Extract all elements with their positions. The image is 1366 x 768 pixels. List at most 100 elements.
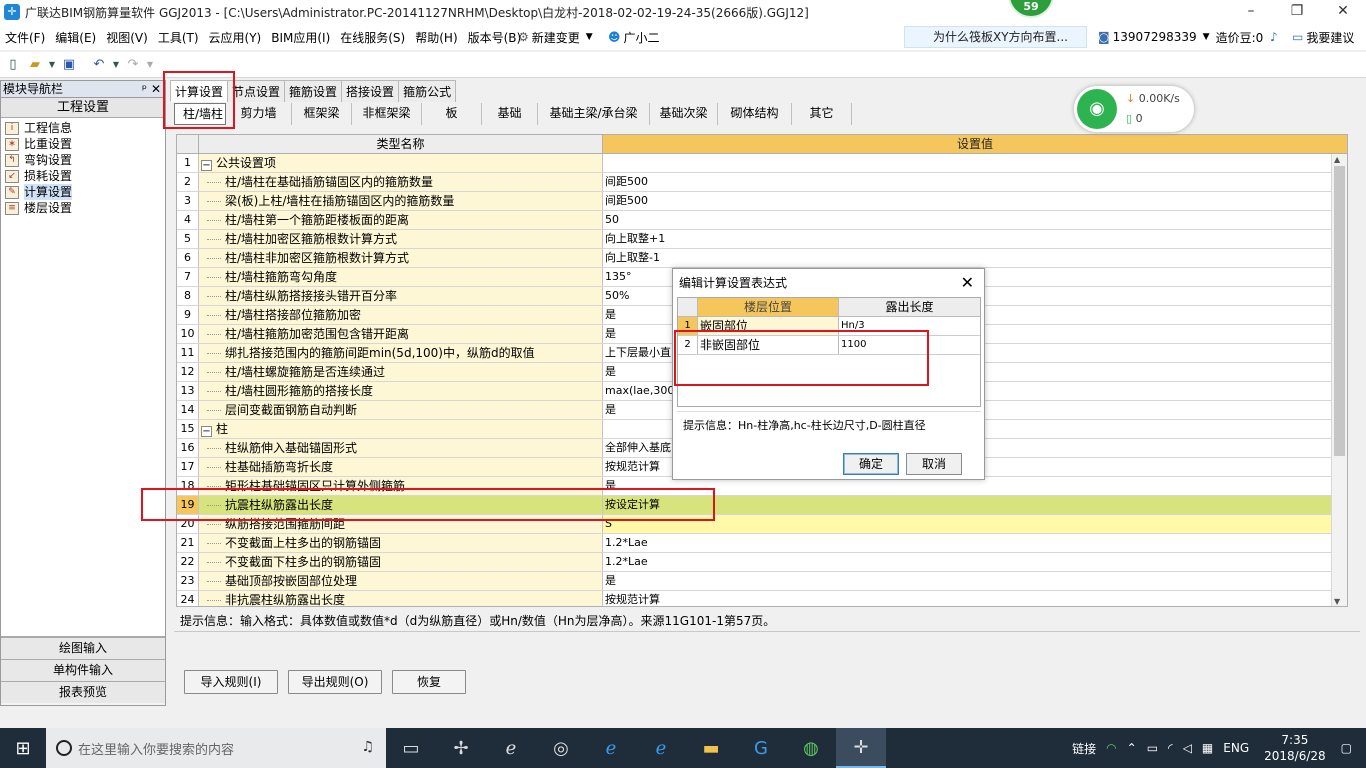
menu-item[interactable]: 在线服务(S) — [335, 29, 410, 46]
keyboard-icon[interactable]: ▦ — [1202, 741, 1213, 755]
dialog-close-icon[interactable]: ✕ — [961, 269, 974, 297]
ie-browser-alt-icon[interactable]: ℯ — [636, 728, 686, 768]
sub-tab[interactable]: 砌体结构 — [718, 103, 792, 125]
file-explorer-icon[interactable]: ▬ — [686, 728, 736, 768]
top-tab[interactable]: 节点设置 — [227, 80, 286, 102]
dropdown-arrow-icon[interactable]: ▼ — [112, 56, 120, 74]
vertical-scrollbar[interactable]: ▲ ▼ — [1331, 154, 1347, 606]
ad-banner[interactable]: 为什么筏板XY方向布置... — [904, 26, 1087, 48]
tree-item[interactable]: i 工程信息 — [5, 120, 165, 136]
taskbar-search[interactable]: 在这里输入你要搜索的内容 ♫ — [46, 728, 386, 768]
setting-value[interactable]: 50 — [603, 211, 1347, 229]
menu-item[interactable]: 编辑(E) — [50, 29, 101, 46]
sub-tab[interactable]: 基础次梁 — [650, 103, 718, 125]
table-row[interactable]: 24 非抗震柱纵筋露出长度 按规范计算 — [177, 591, 1347, 606]
link-label[interactable]: 链接 — [1072, 740, 1096, 757]
suggest-button[interactable]: ▭ 我要建议 — [1292, 24, 1354, 50]
clock[interactable]: 7:35 2018/6/28 — [1264, 732, 1326, 764]
table-row[interactable]: 2 柱/墙柱在基础插筋锚固区内的箍筋数量 间距500 — [177, 173, 1347, 192]
menu-item[interactable]: 云应用(Y) — [204, 29, 267, 46]
setting-value[interactable]: 1.2*Lae — [603, 553, 1347, 571]
setting-value[interactable]: 向上取整+1 — [603, 230, 1347, 248]
redo-icon[interactable]: ↷ — [124, 56, 142, 74]
network-speed-widget[interactable]: ◉ ↓ 0.00K/s ▯ 0 — [1074, 86, 1194, 132]
table-row[interactable]: 23 基础顶部按嵌固部位处理是 — [177, 572, 1347, 591]
menu-item[interactable]: 版本号(B) — [463, 29, 527, 46]
cancel-button[interactable]: 取消 — [906, 453, 962, 475]
top-tab[interactable]: 箍筋公式 — [398, 80, 457, 102]
glodon-g-icon[interactable]: G — [736, 728, 786, 768]
dropdown-arrow-icon[interactable]: ▼ — [48, 56, 56, 74]
pin-icon[interactable]: ᵖ — [142, 81, 147, 97]
new-file-icon[interactable]: ▯ — [4, 56, 22, 74]
collapse-icon[interactable]: − — [201, 160, 212, 171]
menu-item[interactable]: BIM应用(I) — [266, 29, 335, 46]
tree-item[interactable]: ↰ 弯钩设置 — [5, 152, 165, 168]
wifi-tray-icon[interactable]: ◠ — [1106, 741, 1116, 755]
scroll-thumb[interactable] — [1334, 166, 1345, 456]
sub-tab[interactable]: 框架梁 — [292, 103, 352, 125]
user-account[interactable]: ◙ 13907298339 ▼ 造价豆:0 — [1098, 24, 1263, 50]
minimize-button[interactable]: – — [1228, 0, 1274, 24]
user-guide-menu[interactable]: ☻ 广小二 — [608, 24, 660, 50]
project-settings-section[interactable]: 工程设置 — [1, 98, 165, 118]
table-row[interactable]: 3 梁(板)上柱/墙柱在插筋锚固区内的箍筋数量 间距500 — [177, 192, 1347, 211]
table-row[interactable]: 21 不变截面上柱多出的钢筋锚固 1.2*Lae — [177, 534, 1347, 553]
notification-center-icon[interactable]: ▢ — [1341, 741, 1352, 755]
setting-value[interactable]: 按规范计算 — [603, 591, 1347, 606]
open-folder-icon[interactable]: ▰ — [26, 56, 44, 74]
green-app-icon[interactable]: ◍ — [786, 728, 836, 768]
chevron-up-icon[interactable]: ⌃ — [1127, 741, 1137, 755]
sub-tab[interactable]: 板 — [422, 103, 482, 125]
close-button[interactable]: ✕ — [1320, 0, 1366, 24]
undo-icon[interactable]: ↶ — [90, 56, 108, 74]
setting-value[interactable]: 间距500 — [603, 173, 1347, 191]
import-rules-button[interactable]: 导入规则(I) — [184, 670, 278, 694]
export-rules-button[interactable]: 导出规则(O) — [288, 670, 382, 694]
tree-item[interactable]: ↙ 损耗设置 — [5, 168, 165, 184]
setting-value[interactable]: 1.2*Lae — [603, 534, 1347, 552]
menu-item[interactable]: 工具(T) — [153, 29, 204, 46]
notification-badge[interactable]: 59 — [1008, 0, 1054, 18]
top-tab[interactable]: 搭接设置 — [341, 80, 400, 102]
table-row[interactable]: 5 柱/墙柱加密区箍筋根数计算方式 向上取整+1 — [177, 230, 1347, 249]
new-change-menu[interactable]: ⚙ 新建变更 ▼ — [518, 24, 593, 50]
group-header[interactable]: − 柱 — [199, 420, 603, 438]
table-row[interactable]: 6 柱/墙柱非加密区箍筋根数计算方式 向上取整-1 — [177, 249, 1347, 268]
volume-icon[interactable]: ◁ — [1183, 741, 1192, 755]
sub-tab[interactable]: 基础主梁/承台梁 — [538, 103, 650, 125]
network-icon[interactable]: ◜ — [1168, 741, 1173, 755]
battery-icon[interactable]: ▭ — [1147, 741, 1158, 755]
microphone-icon[interactable]: ♫ — [361, 739, 374, 755]
language-indicator[interactable]: ENG — [1223, 741, 1249, 755]
table-row[interactable]: 4 柱/墙柱第一个箍筋距楼板面的距离 50 — [177, 211, 1347, 230]
pinwheel-app-icon[interactable]: ✢ — [436, 728, 486, 768]
sub-tab[interactable]: 非框架梁 — [352, 103, 422, 125]
setting-value[interactable] — [603, 154, 1347, 172]
chat-app-icon[interactable]: ◎ — [536, 728, 586, 768]
sub-tab[interactable]: 剪力墙 — [226, 103, 292, 125]
ok-button[interactable]: 确定 — [843, 453, 899, 475]
ie-browser-icon[interactable]: ℯ — [486, 728, 536, 768]
menu-item[interactable]: 文件(F) — [0, 29, 50, 46]
table-row[interactable]: 1− 公共设置项 — [177, 154, 1347, 173]
report-preview-button[interactable]: 报表预览 — [1, 681, 165, 703]
single-component-input-button[interactable]: 单构件输入 — [1, 659, 165, 681]
dropdown-arrow-icon[interactable]: ▼ — [146, 56, 154, 74]
restore-button[interactable]: 恢复 — [392, 670, 466, 694]
setting-value[interactable]: 向上取整-1 — [603, 249, 1347, 267]
windows-start-icon[interactable]: ⊞ — [0, 728, 46, 768]
tree-item[interactable]: ≡ 楼层设置 — [5, 200, 165, 216]
save-icon[interactable]: ▣ — [60, 56, 78, 74]
close-icon[interactable]: ✕ — [151, 81, 161, 97]
collapse-icon[interactable]: − — [201, 426, 212, 437]
table-row[interactable]: 22 不变截面下柱多出的钢筋锚固 1.2*Lae — [177, 553, 1347, 572]
drawing-input-button[interactable]: 绘图输入 — [1, 637, 165, 659]
task-view-icon[interactable]: ▭ — [386, 728, 436, 768]
ggj-app-icon[interactable]: ✛ — [836, 728, 886, 768]
scroll-up-icon[interactable]: ▲ — [1334, 155, 1340, 164]
menu-item[interactable]: 帮助(H) — [410, 29, 462, 46]
edge-browser-icon[interactable]: ℯ — [586, 728, 636, 768]
sub-tab[interactable]: 基础 — [482, 103, 538, 125]
sub-tab[interactable]: 其它 — [792, 103, 852, 125]
